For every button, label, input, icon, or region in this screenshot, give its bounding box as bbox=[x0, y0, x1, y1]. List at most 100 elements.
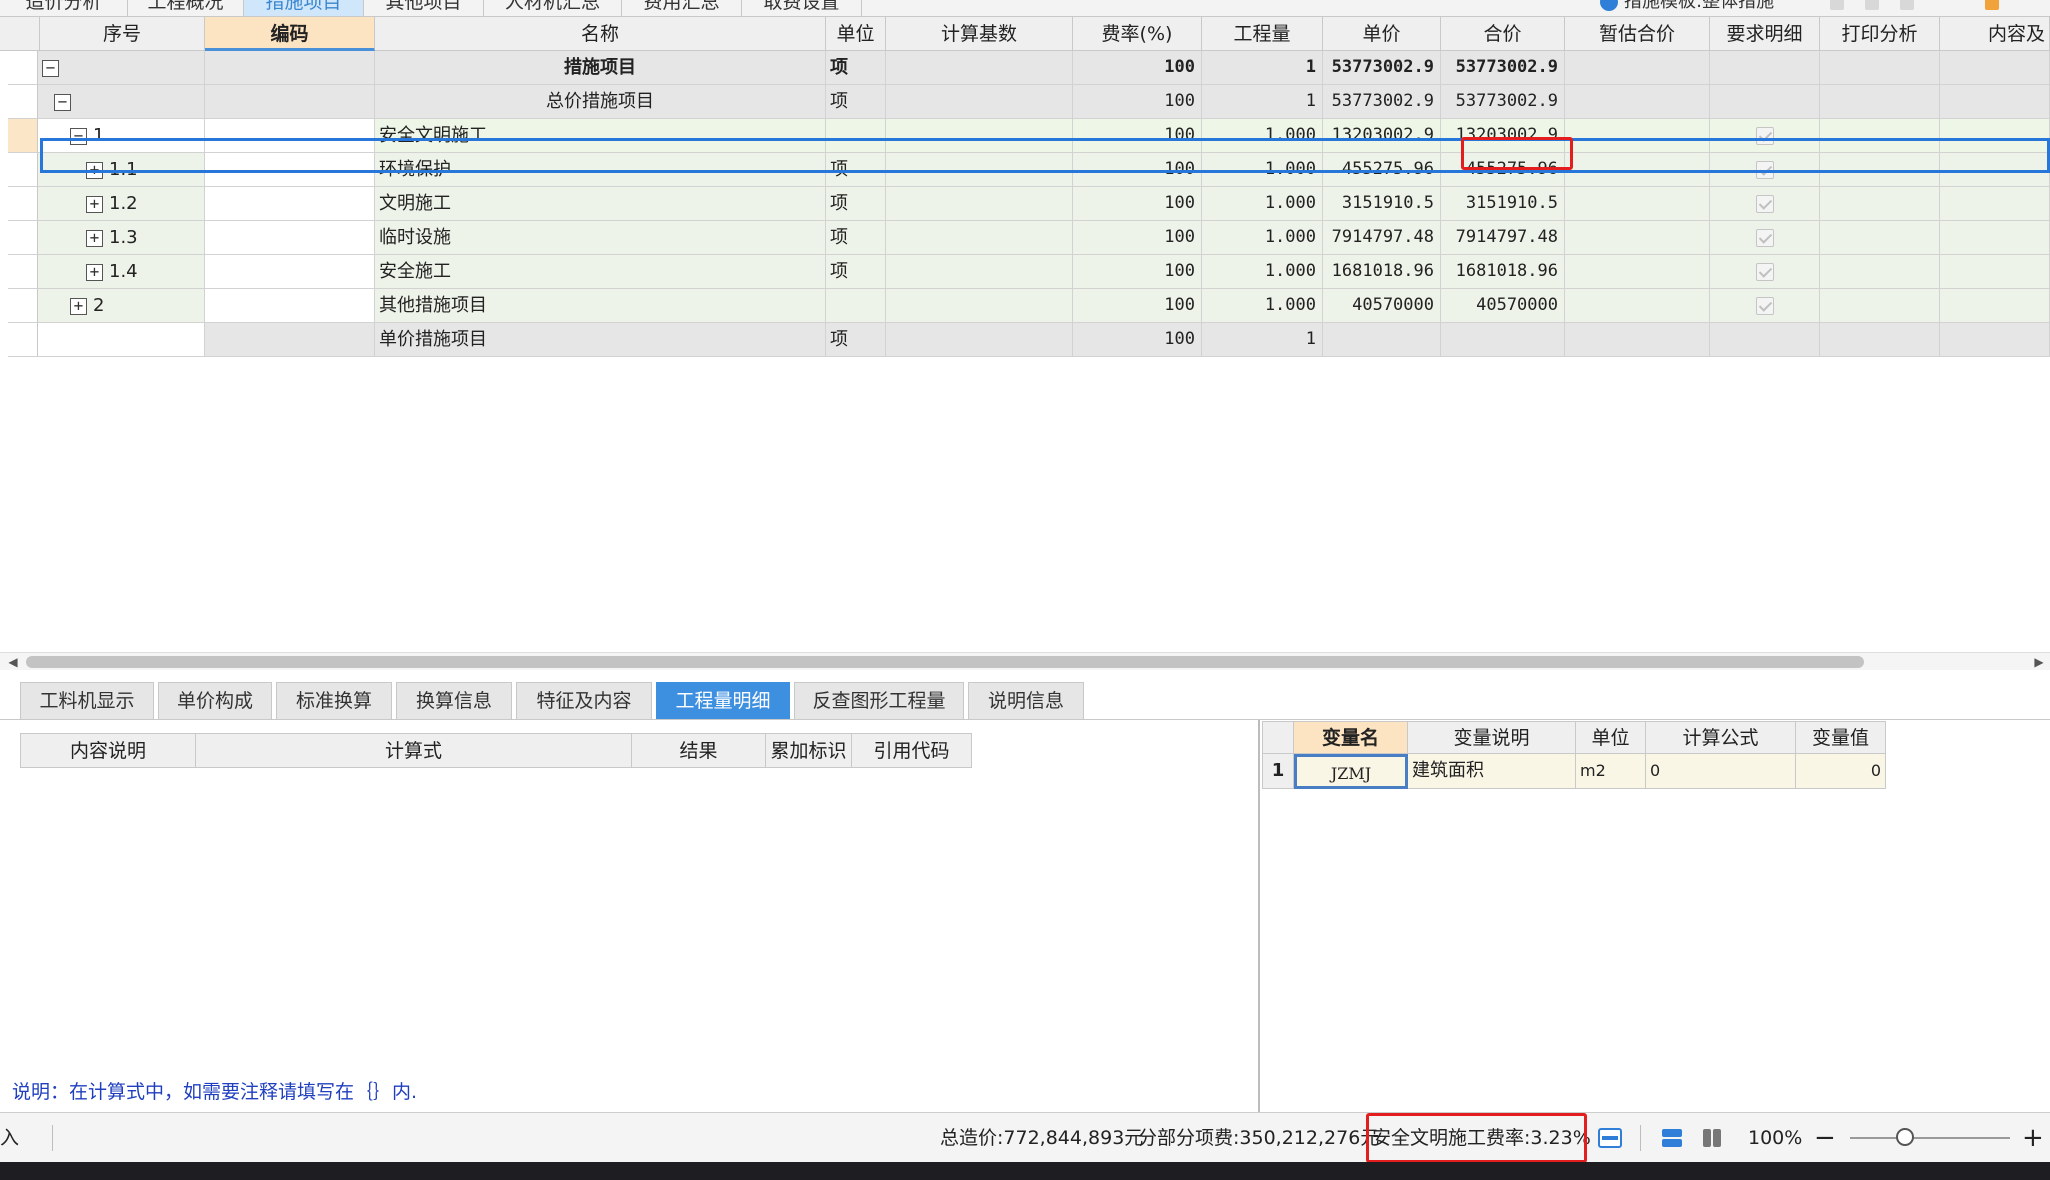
col-header-content-desc[interactable]: 内容说明 bbox=[20, 733, 196, 768]
cell-content[interactable] bbox=[1940, 187, 2050, 221]
cell-content[interactable] bbox=[1940, 85, 2050, 119]
cell-content[interactable] bbox=[1940, 221, 2050, 255]
var-formula-cell[interactable]: 0 bbox=[1646, 754, 1796, 789]
table-row[interactable]: − 总价措施项目 项 100 1 53773002.9 53773002.9 bbox=[38, 85, 2050, 119]
cell-price[interactable]: 7914797.48 bbox=[1323, 221, 1441, 255]
tab-labor-material-summary[interactable]: 人材机汇总 bbox=[484, 0, 622, 16]
cell-seq[interactable]: +1.3 bbox=[38, 221, 205, 255]
tab-other-items[interactable]: 其他项目 bbox=[364, 0, 484, 16]
col-header-ref-code[interactable]: 引用代码 bbox=[852, 733, 972, 768]
cell-rate[interactable]: 100 bbox=[1073, 119, 1202, 153]
cell-price[interactable]: 13203002.9 bbox=[1323, 119, 1441, 153]
cell-unit[interactable]: 项 bbox=[826, 187, 886, 221]
cell-qty[interactable]: 1.000 bbox=[1202, 221, 1323, 255]
cell-name[interactable]: 安全文明施工 bbox=[375, 119, 826, 153]
table-row[interactable]: +1.3 临时设施 项 100 1.000 7914797.48 7914797… bbox=[38, 221, 2050, 255]
detail-required-checkbox[interactable] bbox=[1755, 229, 1774, 247]
cell-unit[interactable]: 项 bbox=[826, 85, 886, 119]
expand-toggle[interactable]: + bbox=[70, 297, 87, 315]
cell-total[interactable] bbox=[1441, 323, 1565, 357]
cell-seq[interactable] bbox=[38, 323, 205, 357]
horizontal-scrollbar[interactable]: ◀ ▶ bbox=[0, 652, 2050, 670]
cell-name[interactable]: 其他措施项目 bbox=[375, 289, 826, 323]
toolbar-icon[interactable] bbox=[1865, 0, 1879, 10]
cell-total[interactable]: 53773002.9 bbox=[1441, 85, 1565, 119]
zoom-slider-handle[interactable] bbox=[1896, 1128, 1914, 1146]
cell-detail-required[interactable] bbox=[1710, 255, 1820, 289]
cell-rate[interactable]: 100 bbox=[1073, 85, 1202, 119]
display-mode-icon[interactable] bbox=[1598, 1127, 1622, 1149]
cell-base[interactable] bbox=[886, 255, 1073, 289]
cell-est-total[interactable] bbox=[1565, 153, 1710, 187]
toolbar-icon[interactable] bbox=[1900, 0, 1914, 10]
cell-code[interactable] bbox=[205, 221, 375, 255]
cell-base[interactable] bbox=[886, 85, 1073, 119]
cell-qty[interactable]: 1 bbox=[1202, 323, 1323, 357]
cell-code[interactable] bbox=[205, 85, 375, 119]
cell-total[interactable]: 1681018.96 bbox=[1441, 255, 1565, 289]
tab-description-info[interactable]: 说明信息 bbox=[968, 682, 1084, 719]
cell-print-analysis[interactable] bbox=[1820, 187, 1940, 221]
cell-price[interactable]: 1681018.96 bbox=[1323, 255, 1441, 289]
cell-price[interactable]: 3151910.5 bbox=[1323, 187, 1441, 221]
var-value-cell[interactable]: 0 bbox=[1796, 754, 1886, 789]
tab-fee-summary[interactable]: 费用汇总 bbox=[622, 0, 742, 16]
cell-rate[interactable]: 100 bbox=[1073, 255, 1202, 289]
cell-qty[interactable]: 1.000 bbox=[1202, 187, 1323, 221]
cell-print-analysis[interactable] bbox=[1820, 289, 1940, 323]
col-header-formula[interactable]: 计算式 bbox=[196, 733, 632, 768]
cell-price[interactable]: 455275.96 bbox=[1323, 153, 1441, 187]
cell-detail-required[interactable] bbox=[1710, 85, 1820, 119]
tab-unit-price-composition[interactable]: 单价构成 bbox=[158, 682, 272, 719]
expand-toggle[interactable]: + bbox=[86, 263, 103, 281]
cell-detail-required[interactable] bbox=[1710, 119, 1820, 153]
row-header-current[interactable] bbox=[8, 119, 38, 153]
zoom-in-button[interactable]: + bbox=[2022, 1113, 2044, 1163]
tab-measures[interactable]: 措施项目 bbox=[244, 0, 364, 16]
detail-required-checkbox[interactable] bbox=[1755, 297, 1774, 315]
cell-rate[interactable]: 100 bbox=[1073, 289, 1202, 323]
table-row-selected[interactable]: −1 安全文明施工 100 1.000 13203002.9 13203002.… bbox=[38, 119, 2050, 153]
cell-code[interactable] bbox=[205, 255, 375, 289]
cell-qty[interactable]: 1.000 bbox=[1202, 119, 1323, 153]
cell-unit[interactable]: 项 bbox=[826, 255, 886, 289]
cell-code[interactable] bbox=[205, 187, 375, 221]
cell-est-total[interactable] bbox=[1565, 51, 1710, 85]
grid-corner[interactable] bbox=[0, 17, 40, 51]
row-header[interactable] bbox=[8, 187, 38, 221]
col-header-price[interactable]: 单价 bbox=[1323, 17, 1441, 51]
cell-print-analysis[interactable] bbox=[1820, 51, 1940, 85]
cell-base[interactable] bbox=[886, 119, 1073, 153]
cell-name[interactable]: 安全施工 bbox=[375, 255, 826, 289]
cell-print-analysis[interactable] bbox=[1820, 119, 1940, 153]
col-header-code[interactable]: 编码 bbox=[205, 17, 375, 51]
cell-content[interactable] bbox=[1940, 153, 2050, 187]
cell-total[interactable]: 13203002.9 bbox=[1441, 119, 1565, 153]
col-header-var-formula[interactable]: 计算公式 bbox=[1646, 721, 1796, 754]
table-row[interactable]: +1.2 文明施工 项 100 1.000 3151910.5 3151910.… bbox=[38, 187, 2050, 221]
zoom-slider-track[interactable] bbox=[1850, 1137, 2010, 1139]
cell-est-total[interactable] bbox=[1565, 119, 1710, 153]
cell-seq[interactable]: +2 bbox=[38, 289, 205, 323]
cell-rate[interactable]: 100 bbox=[1073, 221, 1202, 255]
cell-content[interactable] bbox=[1940, 255, 2050, 289]
col-header-seq[interactable]: 序号 bbox=[40, 17, 205, 51]
cell-seq[interactable]: − bbox=[38, 85, 205, 119]
cell-unit[interactable]: 项 bbox=[826, 323, 886, 357]
tab-features-content[interactable]: 特征及内容 bbox=[516, 682, 652, 719]
table-row[interactable]: 单价措施项目 项 100 1 bbox=[38, 323, 2050, 357]
col-header-var-value[interactable]: 变量值 bbox=[1796, 721, 1886, 754]
cell-detail-required[interactable] bbox=[1710, 187, 1820, 221]
detail-required-checkbox[interactable] bbox=[1755, 263, 1774, 281]
scroll-right-icon[interactable]: ▶ bbox=[2030, 653, 2048, 671]
tab-labor-material-display[interactable]: 工料机显示 bbox=[20, 682, 154, 719]
col-header-var-name[interactable]: 变量名 bbox=[1294, 721, 1408, 754]
cell-total[interactable]: 40570000 bbox=[1441, 289, 1565, 323]
cell-seq[interactable]: −1 bbox=[38, 119, 205, 153]
cell-rate[interactable]: 100 bbox=[1073, 51, 1202, 85]
col-header-var-unit[interactable]: 单位 bbox=[1576, 721, 1646, 754]
cell-detail-required[interactable] bbox=[1710, 153, 1820, 187]
col-header-content[interactable]: 内容及 bbox=[1940, 17, 2050, 51]
cell-print-analysis[interactable] bbox=[1820, 221, 1940, 255]
cell-total[interactable]: 3151910.5 bbox=[1441, 187, 1565, 221]
